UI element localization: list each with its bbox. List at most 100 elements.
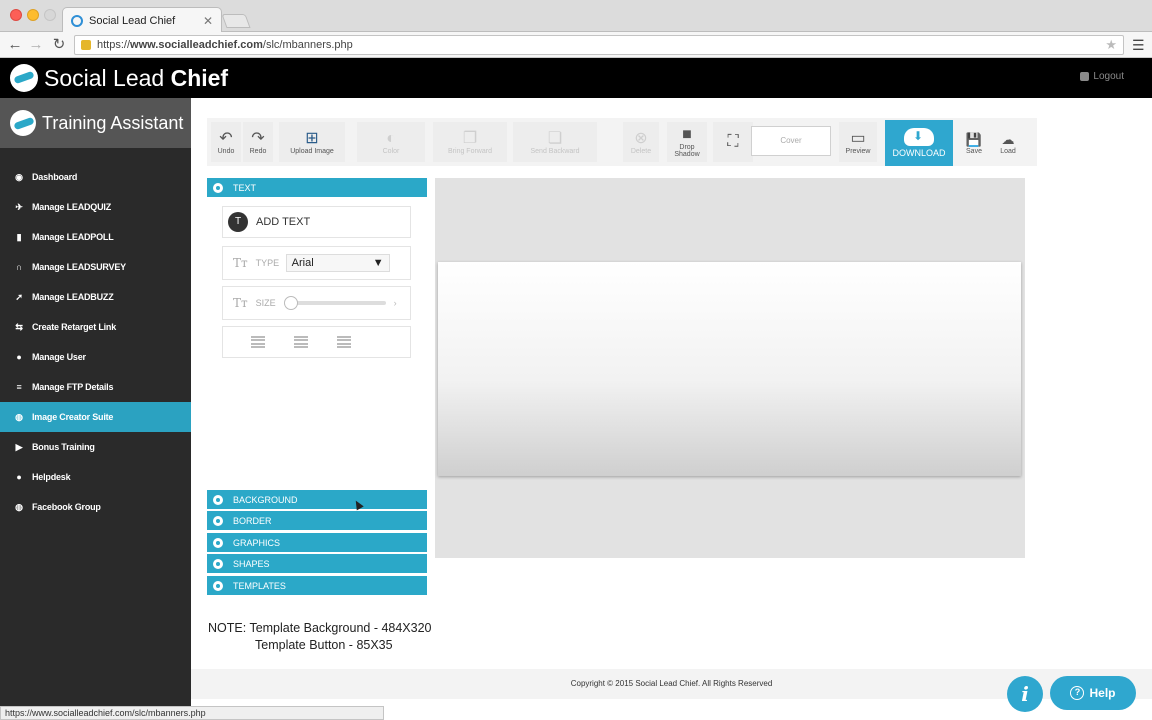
sidebar-item-icon: ✈: [15, 201, 23, 212]
sidebar-item-icon: ∩: [15, 262, 23, 272]
sidebar-item-bonus-training[interactable]: ▶ Bonus Training: [0, 432, 191, 462]
align-right-icon[interactable]: [337, 336, 351, 348]
delete-button[interactable]: ⊗ Delete: [623, 122, 659, 162]
section-label: SHAPES: [233, 558, 270, 569]
site-logo[interactable]: Social Lead Chief: [10, 63, 228, 93]
sidebar-item-icon: ≡: [16, 382, 22, 392]
sidebar-item-icon: ▶: [15, 441, 23, 452]
sidebar-item-image-creator-suite[interactable]: ◍ Image Creator Suite: [0, 402, 191, 432]
align-center-icon[interactable]: [294, 336, 308, 348]
sidebar-item-manage-leadsurvey[interactable]: ∩ Manage LEADSURVEY: [0, 252, 191, 282]
bring-forward-icon: ❐: [462, 129, 478, 147]
sidebar-item-icon: ⇆: [15, 321, 23, 332]
section-header-shapes[interactable]: SHAPES: [207, 554, 427, 573]
redo-icon: ↷: [251, 129, 265, 147]
browser-tab[interactable]: Social Lead Chief ✕: [62, 7, 222, 33]
banner-canvas[interactable]: [438, 262, 1021, 476]
sidebar-item-label: Create Retarget Link: [32, 322, 117, 332]
sidebar-item-manage-leadpoll[interactable]: ▮ Manage LEADPOLL: [0, 222, 191, 252]
sidebar-item-facebook-group[interactable]: ◍ Facebook Group: [0, 492, 191, 522]
download-button[interactable]: DOWNLOAD: [885, 120, 953, 166]
sidebar-item-label: Helpdesk: [32, 472, 71, 482]
url-text[interactable]: https://www.socialleadchief.com/slc/mban…: [97, 39, 1099, 51]
send-backward-button[interactable]: ❏ Send Backward: [513, 122, 597, 162]
upload-image-button[interactable]: ⊞ Upload Image: [279, 122, 345, 162]
address-bar[interactable]: https://www.socialleadchief.com/slc/mban…: [74, 35, 1124, 55]
monitor-icon: ▭: [850, 129, 866, 147]
template-note: NOTE: Template Background - 484X320 Temp…: [208, 621, 432, 652]
back-arrow-icon[interactable]: ←: [6, 36, 24, 54]
logout-link[interactable]: Logout: [1080, 71, 1124, 82]
help-button[interactable]: ? Help: [1050, 676, 1136, 710]
bookmark-star-icon[interactable]: ★: [1105, 37, 1117, 53]
align-left-icon[interactable]: [251, 336, 265, 348]
save-button[interactable]: 💾 Save: [958, 124, 990, 162]
lock-icon: [1080, 72, 1090, 81]
expand-icon: [213, 537, 223, 548]
add-text-icon: T: [228, 212, 248, 232]
sidebar-item-helpdesk[interactable]: ● Helpdesk: [0, 462, 191, 492]
section-header-border[interactable]: BORDER: [207, 511, 427, 530]
status-bar: https://www.socialleadchief.com/slc/mban…: [0, 706, 384, 720]
expand-icon: ⛶: [727, 133, 739, 150]
sidebar-item-label: Facebook Group: [32, 502, 101, 512]
font-size-slider[interactable]: [283, 296, 386, 310]
font-type-row: Tт TYPE Arial ▼: [222, 246, 411, 280]
section-header-templates[interactable]: TEMPLATES: [207, 576, 427, 595]
slider-handle[interactable]: [283, 296, 298, 310]
palette-icon: ◐: [386, 129, 396, 147]
sidebar-item-label: Manage LEADSURVEY: [32, 262, 126, 272]
favicon-icon: [71, 14, 83, 27]
load-button[interactable]: ☁ Load: [992, 124, 1024, 162]
sidebar-item-icon: ◍: [15, 501, 23, 512]
forward-arrow-icon[interactable]: →: [27, 36, 45, 54]
slider-end-icon: ›: [393, 298, 397, 308]
logo-mark-icon: [10, 110, 36, 136]
reload-icon[interactable]: ↻: [50, 36, 68, 54]
bring-forward-button[interactable]: ❐ Bring Forward: [433, 122, 507, 162]
upload-image-icon: ⊞: [305, 129, 319, 147]
cover-select[interactable]: Cover: [751, 126, 831, 156]
sidebar-item-dashboard[interactable]: ◉ Dashboard: [0, 162, 191, 192]
maximize-window-button[interactable]: [44, 9, 56, 21]
browser-toolbar: ← → ↻ https://www.socialleadchief.com/sl…: [0, 32, 1152, 58]
expand-icon: [213, 558, 223, 569]
delete-icon: ⊗: [634, 129, 648, 147]
sidebar-item-label: Bonus Training: [32, 442, 95, 452]
cloud-download-icon: [904, 128, 934, 146]
tab-title: Social Lead Chief: [89, 14, 176, 27]
undo-button[interactable]: ↶ Undo: [211, 122, 241, 162]
sidebar-item-label: Manage User: [32, 352, 86, 362]
send-backward-icon: ❏: [547, 129, 563, 147]
chevron-down-icon: ▼: [372, 257, 384, 269]
add-text-button[interactable]: T ADD TEXT: [222, 206, 411, 238]
info-button[interactable]: i: [1007, 676, 1043, 712]
design-canvas[interactable]: [435, 178, 1025, 558]
section-label: BACKGROUND: [233, 494, 298, 505]
color-button[interactable]: ◐ Color: [357, 122, 425, 162]
section-header-graphics[interactable]: GRAPHICS: [207, 533, 427, 552]
font-type-select[interactable]: Arial ▼: [285, 254, 390, 272]
tab-close-icon[interactable]: ✕: [203, 14, 213, 28]
sidebar-item-create-retarget-link[interactable]: ⇆ Create Retarget Link: [0, 312, 191, 342]
section-label: TEMPLATES: [233, 580, 286, 591]
font-size-icon: Tт: [233, 296, 248, 310]
minimize-window-button[interactable]: [27, 9, 39, 21]
question-icon: ?: [1070, 686, 1085, 700]
preview-button[interactable]: ▭ Preview: [839, 122, 877, 162]
browser-menu-icon[interactable]: ☰: [1132, 37, 1145, 54]
text-section-header[interactable]: TEXT: [207, 178, 427, 197]
fit-cover-button[interactable]: ⛶: [713, 122, 753, 162]
sidebar-item-manage-ftp-details[interactable]: ≡ Manage FTP Details: [0, 372, 191, 402]
drop-shadow-button[interactable]: ■ Drop Shadow: [667, 122, 707, 162]
save-icon: 💾: [965, 131, 983, 147]
new-tab-button[interactable]: [221, 14, 251, 28]
sidebar-item-manage-user[interactable]: ● Manage User: [0, 342, 191, 372]
sidebar-item-label: Dashboard: [32, 172, 78, 182]
close-window-button[interactable]: [10, 9, 22, 21]
redo-button[interactable]: ↷ Redo: [243, 122, 273, 162]
lock-icon: [81, 40, 91, 50]
sidebar-item-manage-leadbuzz[interactable]: ➚ Manage LEADBUZZ: [0, 282, 191, 312]
sidebar-item-manage-leadquiz[interactable]: ✈ Manage LEADQUIZ: [0, 192, 191, 222]
section-header-background[interactable]: BACKGROUND: [207, 490, 427, 509]
